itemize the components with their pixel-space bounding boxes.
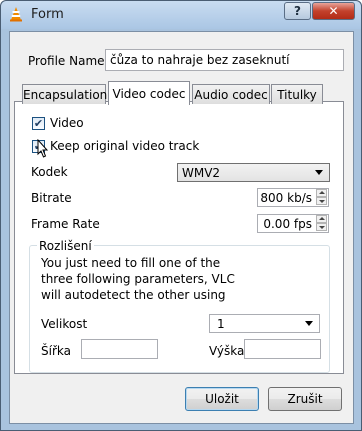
- profile-name-input[interactable]: čůza to nahraje bez zaseknutí: [105, 49, 344, 71]
- spin-up-icon[interactable]: [316, 215, 327, 223]
- codec-label: Kodek: [31, 165, 68, 179]
- spin-up-icon[interactable]: [316, 189, 327, 197]
- profile-name-label: Profile Name: [28, 54, 105, 68]
- height-label: Výška: [209, 344, 245, 358]
- width-input[interactable]: [81, 339, 158, 359]
- framerate-spinbox[interactable]: 0.00 fps: [257, 214, 329, 233]
- codec-value: WMV2: [182, 166, 221, 180]
- framerate-label: Frame Rate: [31, 217, 100, 231]
- spin-down-icon[interactable]: [316, 197, 327, 205]
- codec-select[interactable]: WMV2: [177, 163, 330, 182]
- tab-encapsulation[interactable]: Encapsulation: [22, 84, 107, 104]
- resolution-info-text: You just need to fill one of the three f…: [41, 256, 235, 302]
- tab-titulky[interactable]: Titulky: [271, 84, 323, 104]
- vlc-cone-icon: [10, 7, 22, 22]
- bitrate-value: 800 kb/s: [260, 191, 312, 205]
- close-icon: ✕: [328, 4, 339, 18]
- titlebar[interactable]: Form ? ✕: [1, 1, 361, 29]
- video-checkbox-label: Video: [50, 116, 84, 130]
- resolution-title: Rozlišení: [37, 239, 94, 253]
- help-button[interactable]: ?: [284, 2, 311, 20]
- checkmark-icon: ✔: [33, 117, 44, 130]
- spin-down-icon[interactable]: [316, 223, 327, 231]
- mouse-cursor-icon: [37, 139, 49, 158]
- form-window: Form ? ✕ Profile Name čůza to nahraje be…: [0, 0, 362, 431]
- height-input[interactable]: [244, 339, 321, 359]
- width-label: Šířka: [41, 344, 71, 358]
- bitrate-spinbox[interactable]: 800 kb/s: [257, 188, 329, 207]
- size-select[interactable]: 1: [209, 314, 320, 333]
- chevron-down-icon: [315, 170, 323, 175]
- save-button[interactable]: Uložit: [185, 387, 259, 411]
- chevron-down-icon: [305, 321, 313, 326]
- keep-original-label: Keep original video track: [50, 139, 200, 153]
- close-button[interactable]: ✕: [312, 2, 355, 20]
- video-checkbox[interactable]: ✔: [32, 117, 45, 130]
- framerate-value: 0.00 fps: [263, 217, 312, 231]
- cancel-button[interactable]: Zrušit: [268, 387, 342, 411]
- tab-video-codec[interactable]: Video codec: [108, 81, 190, 105]
- size-value: 1: [217, 317, 225, 331]
- size-label: Velikost: [41, 317, 88, 331]
- bitrate-label: Bitrate: [31, 191, 72, 205]
- window-title: Form: [31, 7, 64, 22]
- tab-audio-codec[interactable]: Audio codec: [192, 84, 270, 104]
